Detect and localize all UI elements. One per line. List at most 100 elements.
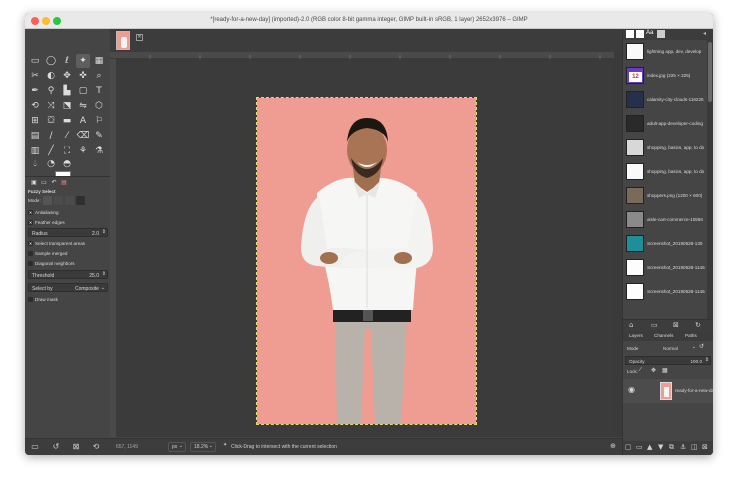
rect-select-tool-icon[interactable]: ▭ xyxy=(28,54,42,68)
align-tool-icon[interactable]: ✥ xyxy=(60,69,74,83)
images-list-scrollbar[interactable] xyxy=(707,40,713,319)
new-layer-icon[interactable]: ▢ xyxy=(625,443,632,452)
layer-mode-dropdown[interactable]: Normal ⌄ xyxy=(661,344,697,353)
image-tab-thumbnail[interactable] xyxy=(116,31,130,50)
navigate-icon[interactable]: ⊕ xyxy=(610,442,616,450)
fonts-tab-icon[interactable]: Aa xyxy=(646,30,653,36)
canvas-vertical-scrollbar[interactable] xyxy=(614,52,622,437)
zoom-tool-icon[interactable]: ⌕ xyxy=(92,69,106,83)
raise-layer-icon[interactable]: ▲ xyxy=(647,443,652,452)
tab-paths[interactable]: Paths xyxy=(685,333,697,338)
cage-tool-icon[interactable]: ⬡ xyxy=(92,99,106,113)
duplicate-layer-icon[interactable]: ⧉ xyxy=(669,443,674,452)
transform-tool-icon[interactable]: T xyxy=(92,84,106,98)
dodge-burn-tool-icon[interactable]: ◔ xyxy=(44,157,58,171)
replace-mode-icon[interactable] xyxy=(43,196,52,205)
blend-tool-icon[interactable]: ▬ xyxy=(60,114,74,128)
raise-image-icon[interactable]: ⌂ xyxy=(629,321,633,330)
delete-layer-icon[interactable]: ⊠ xyxy=(702,443,708,452)
rotate-tool-icon[interactable]: ⟲ xyxy=(28,99,42,113)
image-list-item[interactable]: Screenshot_20190628-1146 xyxy=(623,281,707,303)
foreground-select-tool-icon[interactable]: ◐ xyxy=(44,69,58,83)
bucket-fill-tool-icon[interactable]: ⛋ xyxy=(44,114,58,128)
threshold-spinner[interactable]: Threshold 25.0 ⇕ xyxy=(28,270,108,279)
restore-tool-preset-icon[interactable]: ↺ xyxy=(51,442,61,452)
dodge-tool-icon[interactable]: ⚘ xyxy=(76,144,90,158)
images-tab-active-icon[interactable] xyxy=(657,30,665,38)
select-by-dropdown[interactable]: Select by Composite ⌄ xyxy=(28,283,108,292)
scrollbar-thumb[interactable] xyxy=(708,42,712,102)
pencil-tool-icon[interactable]: ∕ xyxy=(44,129,58,143)
text-a-tool-icon[interactable]: A xyxy=(76,114,90,128)
image-list-item[interactable]: shopping, basics, app, to do xyxy=(623,137,707,159)
eraser-tool-icon[interactable]: ⌫ xyxy=(76,129,90,143)
mypaint-tool-icon[interactable]: ◓ xyxy=(60,157,74,171)
flip-tool-icon[interactable]: ⇋ xyxy=(76,99,90,113)
image-list-item[interactable]: aisle-cart-commerce-10556 xyxy=(623,209,707,231)
lower-layer-icon[interactable]: ▼ xyxy=(658,443,663,452)
image-list-item[interactable]: calamity-city-clouds-116225 xyxy=(623,89,707,111)
clone-tool-icon[interactable]: ▥ xyxy=(28,144,42,158)
heal-tool-icon[interactable]: ╱ xyxy=(44,144,58,158)
select-transparent-checkbox[interactable]: ✕ Select transparent areas xyxy=(28,241,85,247)
image-canvas[interactable] xyxy=(117,59,614,437)
paintbrush-tool-icon[interactable]: ⚐ xyxy=(92,114,106,128)
move-tool-icon[interactable]: ✜ xyxy=(76,69,90,83)
delete-image-icon[interactable]: ⊠ xyxy=(673,321,679,330)
zoom-dropdown[interactable]: 18.2% ⌄ xyxy=(190,442,216,452)
blur-tool-icon[interactable]: 💧︎ xyxy=(28,157,42,171)
crop-tool-icon[interactable]: ▢ xyxy=(76,84,90,98)
opacity-arrows-icon[interactable]: ⇕ xyxy=(705,357,709,363)
image-list-item[interactable]: Screenshot_20190628-130 xyxy=(623,233,707,255)
threshold-arrows-icon[interactable]: ⇕ xyxy=(102,271,106,277)
lock-pixels-icon[interactable]: ∕ xyxy=(640,367,641,373)
sample-merged-checkbox[interactable]: Sample merged xyxy=(28,251,67,257)
smudge-tool-icon[interactable]: ⛶ xyxy=(60,144,74,158)
image-list-item[interactable]: shoppers.png (1200 × 600) xyxy=(623,185,707,207)
scissors-tool-icon[interactable]: ✂ xyxy=(28,69,42,83)
add-mode-icon[interactable] xyxy=(54,196,63,205)
reset-tool-options-icon[interactable]: ⟲ xyxy=(91,442,101,452)
radius-spinner[interactable]: Radius 2.0 ⇕ xyxy=(28,228,108,237)
tab-channels[interactable]: Channels xyxy=(654,333,673,338)
vertical-ruler[interactable] xyxy=(110,59,117,437)
opacity-spinner[interactable]: Opacity 100.0 ⇕ xyxy=(625,356,711,365)
shear-tool-icon[interactable]: ⤨ xyxy=(44,99,58,113)
tab-layers[interactable]: Layers xyxy=(629,333,643,338)
patterns-tab-icon[interactable] xyxy=(636,30,644,38)
unit-dropdown[interactable]: px ⌄ xyxy=(168,442,186,452)
reset-mode-icon[interactable]: ↺ xyxy=(699,343,704,350)
spinner-arrows-icon[interactable]: ⇕ xyxy=(102,229,106,235)
brush-tool-icon[interactable]: ⁄ xyxy=(60,129,74,143)
ink-tool-icon[interactable]: ⚗ xyxy=(92,144,106,158)
dock-menu-icon[interactable]: ◂ xyxy=(703,30,706,37)
antialiasing-checkbox[interactable]: ✕ Antialiasing xyxy=(28,210,59,216)
ellipse-select-tool-icon[interactable]: ◯ xyxy=(44,54,58,68)
brushes-tab-icon[interactable] xyxy=(626,30,634,38)
perspective-tool-icon[interactable]: ⬔ xyxy=(60,99,74,113)
save-tool-preset-icon[interactable]: ▭ xyxy=(30,442,40,452)
diagonal-neighbors-checkbox[interactable]: Diagonal neighbors xyxy=(28,261,75,267)
gradient-tool-icon[interactable]: ▤ xyxy=(28,129,42,143)
measure-tool-icon[interactable]: ▙ xyxy=(60,84,74,98)
close-tab-icon[interactable]: ✕ xyxy=(136,34,143,41)
lock-position-icon[interactable]: ✥ xyxy=(651,367,656,374)
anchor-layer-icon[interactable]: ⚓ xyxy=(680,443,686,452)
free-select-tool-icon[interactable]: ℓ xyxy=(60,54,74,68)
layer-visibility-eye-icon[interactable]: ◉ xyxy=(628,385,635,394)
subtract-mode-icon[interactable] xyxy=(65,196,74,205)
text-tool-icon[interactable]: ⚲ xyxy=(44,84,58,98)
new-display-icon[interactable]: ▭ xyxy=(651,321,658,330)
lock-alpha-icon[interactable]: ▦ xyxy=(662,367,668,374)
select-by-color-tool-icon[interactable]: ▦ xyxy=(92,54,106,68)
delete-tool-preset-icon[interactable]: ⊠ xyxy=(71,442,81,452)
image-list-item[interactable]: lightning app, dev, develop xyxy=(623,41,707,63)
refresh-icon[interactable]: ↻ xyxy=(695,321,701,330)
fuzzy-select-tool-icon[interactable]: ✦ xyxy=(76,54,90,68)
feather-edges-checkbox[interactable]: ✕ Feather edges xyxy=(28,220,65,226)
mask-layer-icon[interactable]: ◫ xyxy=(691,443,698,452)
image-list-item[interactable]: shopping, basics, app, to do xyxy=(623,161,707,183)
image-list-item[interactable]: Screenshot_20190628-1146 xyxy=(623,257,707,279)
airbrush-tool-icon[interactable]: ✎ xyxy=(92,129,106,143)
paths-tool-icon[interactable]: ✒ xyxy=(28,84,42,98)
